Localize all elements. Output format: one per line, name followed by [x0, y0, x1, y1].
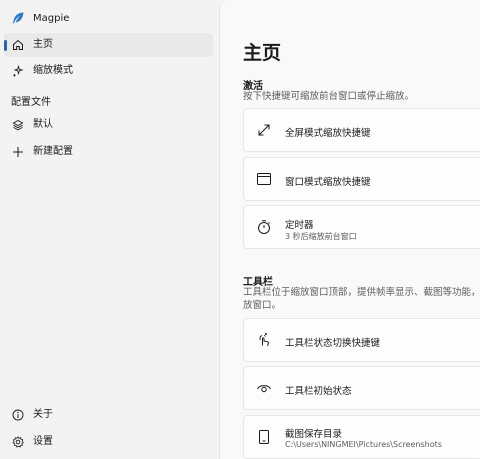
card-subtitle: 3 秒后缩放前台窗口	[285, 232, 357, 241]
eye-icon	[256, 380, 272, 396]
app-title-bar: Magpie	[11, 10, 69, 26]
nav-item-new-profile[interactable]: 新建配置	[4, 140, 213, 164]
timer-card[interactable]: 定时器 3 秒后缩放前台窗口	[243, 205, 480, 249]
fullscreen-hotkey-card[interactable]: 全屏模式缩放快捷键	[243, 108, 480, 152]
nav-item-label: 关于	[33, 409, 53, 420]
nav-item-about[interactable]: 关于	[4, 403, 213, 427]
toolbar-initial-state-card[interactable]: 工具栏初始状态	[243, 366, 480, 410]
screenshot-directory-card[interactable]: 截图保存目录 C:\Users\NINGMEI\Pictures\Screens…	[243, 415, 480, 459]
home-icon	[12, 39, 24, 51]
card-title: 窗口模式缩放快捷键	[285, 177, 371, 188]
selection-indicator	[4, 40, 7, 51]
page-title: 主页	[243, 42, 282, 64]
profiles-section-label: 配置文件	[11, 97, 51, 108]
nav-item-scaling-modes[interactable]: 缩放模式	[4, 59, 213, 83]
activate-section-description: 按下快捷键可缩放前台窗口或停止缩放。	[243, 91, 415, 102]
card-title: 工具栏初始状态	[285, 386, 352, 397]
toolbar-section-description-line2: 放窗口。	[243, 300, 282, 311]
folder-phone-icon	[256, 429, 272, 445]
card-title: 全屏模式缩放快捷键	[285, 128, 371, 139]
nav-item-label: 默认	[33, 119, 53, 130]
card-title: 定时器	[285, 220, 314, 231]
card-title: 工具栏状态切换快捷键	[285, 338, 381, 349]
nav-item-label: 缩放模式	[33, 65, 73, 76]
nav-item-settings[interactable]: 设置	[4, 430, 213, 454]
nav-item-label: 设置	[33, 436, 53, 447]
fullscreen-arrows-icon	[256, 122, 272, 138]
timer-icon	[256, 219, 272, 235]
windowed-hotkey-card[interactable]: 窗口模式缩放快捷键	[243, 157, 480, 201]
gear-icon	[12, 436, 24, 448]
add-icon	[12, 146, 24, 158]
touch-toggle-icon	[256, 332, 272, 348]
nav-item-label: 新建配置	[33, 146, 73, 157]
window-icon	[256, 171, 272, 187]
card-title: 截图保存目录	[285, 429, 343, 440]
toolbar-section-description-line1: 工具栏位于缩放窗口顶部，提供帧率显示、截图等功能，	[243, 287, 480, 298]
nav-item-home[interactable]: 主页	[4, 33, 213, 57]
app-title: Magpie	[33, 12, 70, 24]
card-subtitle: C:\Users\NINGMEI\Pictures\Screenshots	[285, 440, 442, 449]
sidebar: Magpie 主页 缩放模式 配置文件 默认 新建配置 关于 设置	[0, 0, 219, 459]
sparkle-icon	[12, 65, 24, 77]
magpie-logo-icon	[11, 11, 25, 25]
nav-item-label: 主页	[33, 39, 53, 50]
nav-item-default-profile[interactable]: 默认	[4, 113, 213, 137]
layers-icon	[12, 119, 24, 131]
toolbar-toggle-hotkey-card[interactable]: 工具栏状态切换快捷键	[243, 318, 480, 362]
info-icon	[12, 409, 24, 421]
